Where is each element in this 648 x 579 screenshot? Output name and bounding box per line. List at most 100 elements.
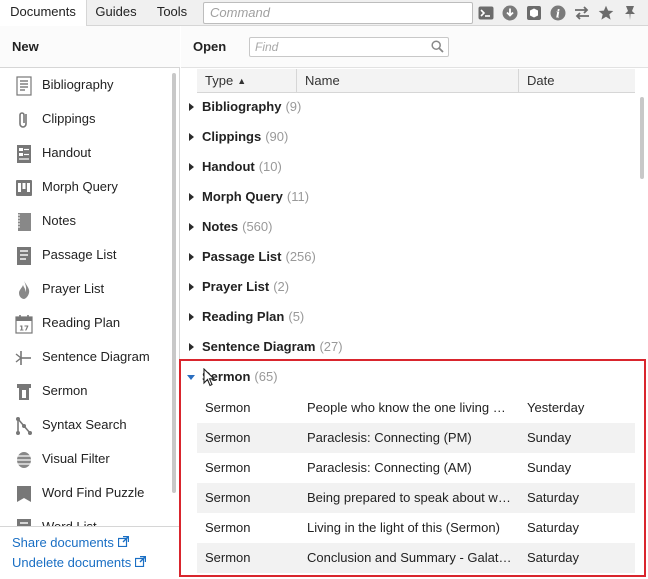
table-row[interactable]: Sermon Conclusion and Summary - Galatian… xyxy=(197,543,635,573)
group-name: Reading Plan xyxy=(202,309,285,324)
open-list-scrollbar[interactable] xyxy=(638,93,646,563)
sync-icon[interactable] xyxy=(573,4,591,22)
share-documents-link[interactable]: Share documents xyxy=(12,535,130,550)
info-icon[interactable]: i xyxy=(549,4,567,22)
new-item-prayer-list[interactable]: Prayer List xyxy=(0,273,170,307)
cell-date: Saturday xyxy=(527,550,580,565)
morph-query-icon xyxy=(15,178,33,198)
cell-type: Sermon xyxy=(205,400,251,415)
new-list-scrollbar[interactable] xyxy=(170,69,178,527)
undelete-documents-link[interactable]: Undelete documents xyxy=(12,555,147,570)
new-item-morph-query[interactable]: Morph Query xyxy=(0,171,170,205)
group-handout[interactable]: Handout (10) xyxy=(186,152,626,182)
group-reading-plan[interactable]: Reading Plan (5) xyxy=(186,302,626,332)
new-item-sentence-diagram[interactable]: Sentence Diagram xyxy=(0,341,170,375)
visual-filter-icon xyxy=(15,450,33,470)
column-date[interactable]: Date xyxy=(519,69,635,93)
pin-icon[interactable] xyxy=(621,4,639,22)
column-name[interactable]: Name xyxy=(297,69,519,93)
new-item-handout[interactable]: Handout xyxy=(0,137,170,171)
new-item-reading-plan[interactable]: 17 Reading Plan xyxy=(0,307,170,341)
group-notes[interactable]: Notes (560) xyxy=(186,212,626,242)
group-clippings[interactable]: Clippings (90) xyxy=(186,122,626,152)
new-item-bibliography[interactable]: Bibliography xyxy=(0,69,170,103)
column-type[interactable]: Type ▲ xyxy=(197,69,297,93)
find-input[interactable]: Find xyxy=(249,37,449,57)
cell-type: Sermon xyxy=(205,490,251,505)
group-name: Sentence Diagram xyxy=(202,339,316,354)
table-row[interactable]: Sermon Paraclesis: Connecting (AM) Sunda… xyxy=(197,453,635,483)
star-icon[interactable] xyxy=(597,4,615,22)
group-count: (90) xyxy=(265,129,289,144)
notes-icon xyxy=(15,212,33,232)
group-name: Notes xyxy=(202,219,239,234)
svg-text:i: i xyxy=(556,8,560,21)
table-row[interactable]: Sermon People who know the one living Go… xyxy=(197,393,635,423)
tab-tools[interactable]: Tools xyxy=(147,0,197,26)
sentence-diagram-icon xyxy=(15,348,33,368)
cell-type: Sermon xyxy=(205,520,251,535)
command-input[interactable]: Command xyxy=(203,2,473,24)
group-prayer-list[interactable]: Prayer List (2) xyxy=(186,272,626,302)
expand-triangle-icon[interactable] xyxy=(189,283,194,291)
group-sermon[interactable]: Sermon (65) xyxy=(186,362,626,392)
expand-triangle-icon[interactable] xyxy=(189,163,194,171)
collapse-triangle-icon[interactable] xyxy=(187,375,195,380)
new-item-syntax-search[interactable]: Syntax Search xyxy=(0,409,170,443)
table-row[interactable]: Sermon Being prepared to speak about wha… xyxy=(197,483,635,513)
expand-triangle-icon[interactable] xyxy=(189,253,194,261)
expand-triangle-icon[interactable] xyxy=(189,313,194,321)
group-name: Passage List xyxy=(202,249,282,264)
cell-date: Saturday xyxy=(527,520,580,535)
new-item-passage-list[interactable]: Passage List xyxy=(0,239,170,273)
bibliography-icon xyxy=(15,76,33,96)
svg-text:17: 17 xyxy=(19,325,29,333)
group-passage-list[interactable]: Passage List (256) xyxy=(186,242,626,272)
new-item-word-list[interactable]: Word List xyxy=(0,511,170,527)
cube-icon[interactable] xyxy=(525,4,543,22)
cell-type: Sermon xyxy=(205,550,251,565)
group-count: (27) xyxy=(319,339,343,354)
new-item-label: Prayer List xyxy=(42,281,105,296)
group-count: (10) xyxy=(258,159,282,174)
download-icon[interactable] xyxy=(501,4,519,22)
column-type-label: Type xyxy=(205,73,234,88)
scrollbar-thumb[interactable] xyxy=(640,97,644,179)
undelete-documents-label: Undelete documents xyxy=(12,555,132,570)
cell-type: Sermon xyxy=(205,430,251,445)
new-item-clippings[interactable]: Clippings xyxy=(0,103,170,137)
tab-documents[interactable]: Documents xyxy=(0,0,87,27)
new-item-word-find-puzzle[interactable]: Word Find Puzzle xyxy=(0,477,170,511)
terminal-icon[interactable] xyxy=(477,4,495,22)
new-panel-title: New xyxy=(12,39,39,54)
expand-triangle-icon[interactable] xyxy=(189,343,194,351)
handout-icon xyxy=(15,144,33,164)
search-icon xyxy=(431,40,444,58)
group-bibliography[interactable]: Bibliography (9) xyxy=(186,92,626,122)
tab-guides[interactable]: Guides xyxy=(88,0,144,26)
table-row[interactable]: Sermon Living in the light of this (Serm… xyxy=(197,513,635,543)
new-item-label: Visual Filter xyxy=(42,451,110,466)
expand-triangle-icon[interactable] xyxy=(189,103,194,111)
table-row[interactable]: Sermon Paraclesis: Connecting (PM) Sunda… xyxy=(197,423,635,453)
expand-triangle-icon[interactable] xyxy=(189,223,194,231)
group-count: (11) xyxy=(286,189,310,204)
group-sentence-diagram[interactable]: Sentence Diagram (27) xyxy=(186,332,626,362)
group-count: (256) xyxy=(285,249,316,264)
new-item-visual-filter[interactable]: Visual Filter xyxy=(0,443,170,477)
new-panel-header: New xyxy=(0,26,180,68)
group-count: (5) xyxy=(288,309,305,324)
new-panel-footer: Share documents Undelete documents xyxy=(0,526,180,579)
column-header: Type ▲ Name Date xyxy=(197,69,635,93)
group-name: Clippings xyxy=(202,129,262,144)
new-item-label: Sermon xyxy=(42,383,88,398)
group-morph-query[interactable]: Morph Query (11) xyxy=(186,182,626,212)
scrollbar-thumb[interactable] xyxy=(172,73,176,493)
new-item-sermon[interactable]: Sermon xyxy=(0,375,170,409)
find-placeholder: Find xyxy=(255,40,279,54)
expand-triangle-icon[interactable] xyxy=(189,193,194,201)
new-document-list: Bibliography Clippings Handout Morph Que… xyxy=(0,69,170,527)
expand-triangle-icon[interactable] xyxy=(189,133,194,141)
new-item-notes[interactable]: Notes xyxy=(0,205,170,239)
group-count: (2) xyxy=(273,279,290,294)
